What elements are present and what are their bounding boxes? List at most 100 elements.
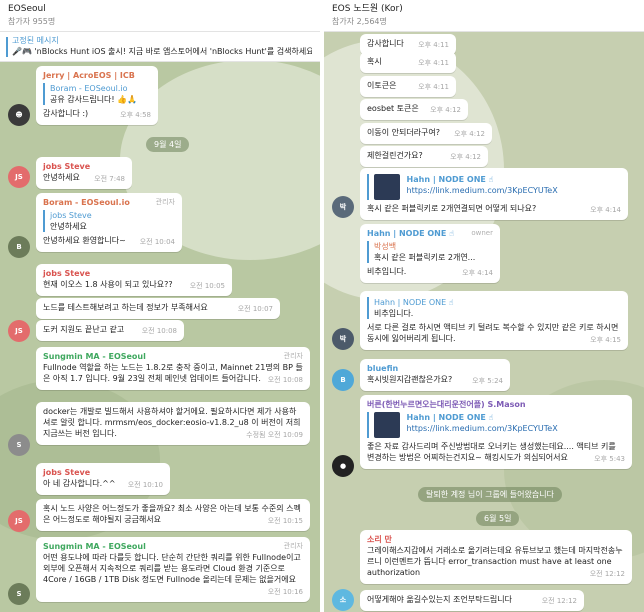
message-bubble[interactable]: 어떻게해야 옮길수있는지 조언부탁드립니다 오전 12:12 xyxy=(360,590,584,611)
message-bubble[interactable]: Sungmin MA - EOSeoul 관리자 어떤 용도냐에 따라 다를듯 … xyxy=(36,537,310,602)
message-time: 오전 10:07 xyxy=(237,305,273,313)
message-text: 어떤 용도냐에 따라 다를듯 합니다. 단순히 간단한 쿼리를 위한 Fulln… xyxy=(43,553,301,584)
message-bubble[interactable]: 소리 만 그레이해스지갑에서 거래소로 옮기려는데요 유튜브보고 했는데 마지막… xyxy=(360,530,632,584)
pinned-message-bar[interactable]: 고정된 메시지 🎤🎮 'nBlocks Hunt iOS 출시! 지금 바로 앱… xyxy=(0,32,320,62)
message-bubble[interactable]: Hahn | NODE ONE ☝ owner 박성백 혹시 같은 퍼블릭키로 … xyxy=(360,224,500,283)
link-preview[interactable]: Hahn | NODE ONE ☝ https://link.medium.co… xyxy=(367,174,621,200)
chat-header[interactable]: EOSeoul 참가자 955명 xyxy=(0,0,320,32)
reply-text: 혹시 같은 퍼블릭키로 2개연... xyxy=(374,253,476,262)
reply-text: 공유 감사드립니다! 👍🙏 xyxy=(50,95,138,104)
admin-badge: 관리자 xyxy=(283,542,303,550)
reply-text: 안녕하세요 xyxy=(50,222,87,231)
avatar[interactable]: S xyxy=(8,583,30,605)
link-author: Hahn | NODE ONE ☝ xyxy=(406,413,494,422)
message-bubble[interactable]: jobs Steve 안녕하세요 오전 7:48 xyxy=(36,157,132,189)
message-bubble[interactable]: Boram - EOSeoul.io 관리자 jobs Steve 안녕하세요 … xyxy=(36,193,182,252)
message-sender: Jerry | AcroEOS | ICB xyxy=(43,71,135,80)
avatar[interactable]: S xyxy=(8,434,30,456)
message-bubble[interactable]: 이동이 안되더라구여? 오후 4:12 xyxy=(360,123,492,144)
message-bubble[interactable]: 노드를 테스트해보려고 하는데 정보가 부족해서요 오전 10:07 xyxy=(36,298,280,319)
reply-quote[interactable]: Boram - EOSeoul.io 공유 감사드립니다! 👍🙏 xyxy=(43,83,151,105)
message-sender: 소리 만 xyxy=(367,535,392,544)
message-text: 이토큰은 xyxy=(367,81,397,90)
reply-author: Hahn | NODE ONE ☝ xyxy=(374,298,454,307)
message-time: 오전 10:15 xyxy=(267,517,303,525)
message-bubble[interactable]: 이토큰은 오후 4:11 xyxy=(360,76,456,97)
message-text: Fullnode 역할을 하는 노드는 1.8.2로 충작 중이고, Mainn… xyxy=(43,363,303,383)
admin-badge: 관리자 xyxy=(155,198,175,206)
message-text: 좋은 자료 감사드리며 주신방법대로 오너키는 생성했는데요.... 액티브 키… xyxy=(367,442,616,462)
message-sender: 버른(한번누르면오는대리운전어플) S.Mason xyxy=(367,400,526,409)
link-url[interactable]: https://link.medium.com/3KpECYUTeX xyxy=(407,423,558,434)
message-time: 오후 4:58 xyxy=(120,111,151,119)
link-preview[interactable]: Hahn | NODE ONE ☝ https://link.medium.co… xyxy=(367,412,625,438)
message-bubble[interactable]: 혹시 오후 4:11 xyxy=(360,52,456,73)
message-time: 오후 4:12 xyxy=(454,130,485,138)
avatar[interactable]: 박 xyxy=(332,196,354,218)
reply-quote[interactable]: jobs Steve 안녕하세요 xyxy=(43,210,175,232)
avatar[interactable]: JS xyxy=(8,320,30,342)
message-bubble[interactable]: Hahn | NODE ONE ☝ 비추입니다. 서로 다른 걸로 하시면 액티… xyxy=(360,291,628,350)
chat-pane-eoseoul: EOSeoul 참가자 955명 고정된 메시지 🎤🎮 'nBlocks Hun… xyxy=(0,0,320,612)
date-separator: 9월 4일 xyxy=(146,137,190,152)
avatar[interactable]: JS xyxy=(8,510,30,532)
message-time: 오전 10:05 xyxy=(189,282,225,290)
avatar[interactable]: ● xyxy=(332,455,354,477)
message-sender: jobs Steve xyxy=(43,468,91,477)
message-text: 이동이 안되더라구여? xyxy=(367,128,441,137)
message-time: 오전 10:04 xyxy=(139,238,175,246)
message-time: 오후 4:11 xyxy=(418,83,449,91)
chat-header[interactable]: EOS 노드원 (Kor) 참가자 2,564명 xyxy=(324,0,644,32)
message-time: 오후 4:15 xyxy=(590,336,621,344)
link-url[interactable]: https://link.medium.com/3KpECYUTeX xyxy=(407,185,558,196)
message-bubble[interactable]: jobs Steve 현재 이오스 1.8 사용이 되고 있나요?? 오전 10… xyxy=(36,264,232,296)
message-text: 서로 다른 걸로 하시면 액티브 키 털려도 복수할 수 있지만 같은 키로 하… xyxy=(367,323,619,343)
avatar[interactable]: 소 xyxy=(332,589,354,611)
message-bubble[interactable]: 도커 지원도 끝난고 같고 오전 10:08 xyxy=(36,320,184,341)
avatar[interactable]: JS xyxy=(8,166,30,188)
message-bubble[interactable]: Hahn | NODE ONE ☝ https://link.medium.co… xyxy=(360,168,628,220)
message-bubble[interactable]: 버른(한번누르면오는대리운전어플) S.Mason Hahn | NODE ON… xyxy=(360,395,632,469)
message-bubble[interactable]: jobs Steve 아 네 감사합니다.^^ 오전 10:10 xyxy=(36,463,170,495)
avatar[interactable]: ☻ xyxy=(8,104,30,126)
message-sender: jobs Steve xyxy=(43,269,91,278)
member-count: 참가자 955명 xyxy=(8,17,56,26)
reply-quote[interactable]: Hahn | NODE ONE ☝ 비추입니다. xyxy=(367,297,621,319)
message-text: 그레이해스지갑에서 거래소로 옮기려는데요 유튜브보고 했는데 마지막전송누르니… xyxy=(367,546,623,577)
message-text: 혹시 같은 퍼블릭키로 2개연결되면 어떻게 되나요? xyxy=(367,204,537,213)
reply-author: Boram - EOSeoul.io xyxy=(50,84,128,93)
message-time: 오전 10:10 xyxy=(127,481,163,489)
message-bubble[interactable]: bluefin 혹시빗원지갑괜찮은가요? 오후 5:24 xyxy=(360,359,510,391)
reply-author: jobs Steve xyxy=(50,211,92,220)
message-time: 오후 4:11 xyxy=(418,59,449,67)
reply-quote[interactable]: 박성백 혹시 같은 퍼블릭키로 2개연... xyxy=(367,241,493,263)
avatar[interactable]: B xyxy=(332,369,354,391)
message-bubble[interactable]: Jerry | AcroEOS | ICB Boram - EOSeoul.io… xyxy=(36,66,158,125)
avatar[interactable]: 박 xyxy=(332,328,354,350)
message-text: eosbet 토큰은 xyxy=(367,104,419,113)
message-bubble[interactable]: docker는 개발로 빌드해서 사용하셔야 할거에요. 필요하시다면 제가 사… xyxy=(36,402,310,445)
message-text: 감사합니다 :) xyxy=(43,109,89,118)
message-time: 오후 4:14 xyxy=(462,269,493,277)
message-time: 오후 5:24 xyxy=(472,377,503,385)
message-time: 오후 4:14 xyxy=(590,206,621,214)
reply-author: 박성백 xyxy=(374,242,397,251)
message-bubble[interactable]: 혹시 노드 사양은 어느정도가 좋을까요? 최소 사양은 아는데 보통 수준의 … xyxy=(36,499,310,531)
message-text: 혹시 노드 사양은 어느정도가 좋을까요? 최소 사양은 아는데 보통 수준의 … xyxy=(43,504,301,524)
message-text: 안녕하세요 환영합니다~ xyxy=(43,236,126,245)
message-time: 오후 4:12 xyxy=(430,106,461,114)
message-bubble[interactable]: eosbet 토큰은 오후 4:12 xyxy=(360,99,468,120)
message-bubble[interactable]: Sungmin MA - EOSeoul 관리자 Fullnode 역할을 하는… xyxy=(36,347,310,390)
message-text: 제한걸린건가요? xyxy=(367,151,423,160)
message-text: 도커 지원도 끝난고 같고 xyxy=(43,325,125,334)
message-time: 오후 4:12 xyxy=(450,153,481,161)
message-sender: bluefin xyxy=(367,364,399,373)
avatar[interactable]: B xyxy=(8,236,30,258)
member-count: 참가자 2,564명 xyxy=(332,17,387,26)
message-bubble[interactable]: 제한걸린건가요? 오후 4:12 xyxy=(360,146,488,167)
message-text: 어떻게해야 옮길수있는지 조언부탁드립니다 xyxy=(367,595,512,604)
link-thumbnail xyxy=(374,174,400,200)
chat-title: EOSeoul xyxy=(8,4,46,14)
message-time: 오전 12:12 xyxy=(541,597,577,605)
message-text: 비추입니다. xyxy=(367,267,407,276)
